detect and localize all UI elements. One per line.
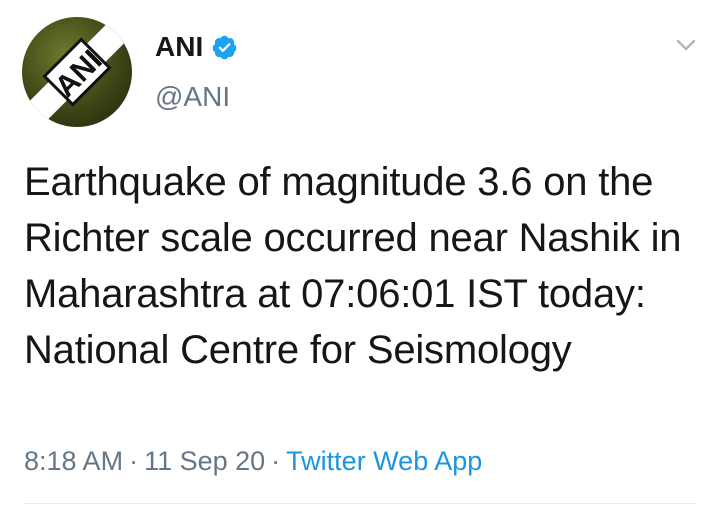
tweet-source-link[interactable]: Twitter Web App xyxy=(286,446,482,476)
divider xyxy=(24,503,696,504)
author-handle[interactable]: @ANI xyxy=(155,80,230,114)
tweet-time[interactable]: 8:18 AM xyxy=(24,446,123,476)
avatar[interactable]: ANI xyxy=(22,17,132,127)
chevron-down-icon[interactable] xyxy=(672,34,700,56)
meta-separator: · xyxy=(271,446,281,476)
meta-separator: · xyxy=(129,446,139,476)
author-name[interactable]: ANI xyxy=(155,30,203,64)
tweet-date[interactable]: 11 Sep 20 xyxy=(144,446,265,476)
tweet-text: Earthquake of magnitude 3.6 on the Richt… xyxy=(24,160,682,372)
ani-logo-icon: ANI xyxy=(25,20,129,124)
tweet-meta: 8:18 AM · 11 Sep 20 · Twitter Web App xyxy=(24,442,482,480)
author-name-row[interactable]: ANI xyxy=(155,30,238,64)
verified-badge-icon xyxy=(211,34,238,61)
tweet: ANI ANI @ANI Earthquake of magnitude 3.6… xyxy=(0,0,720,511)
